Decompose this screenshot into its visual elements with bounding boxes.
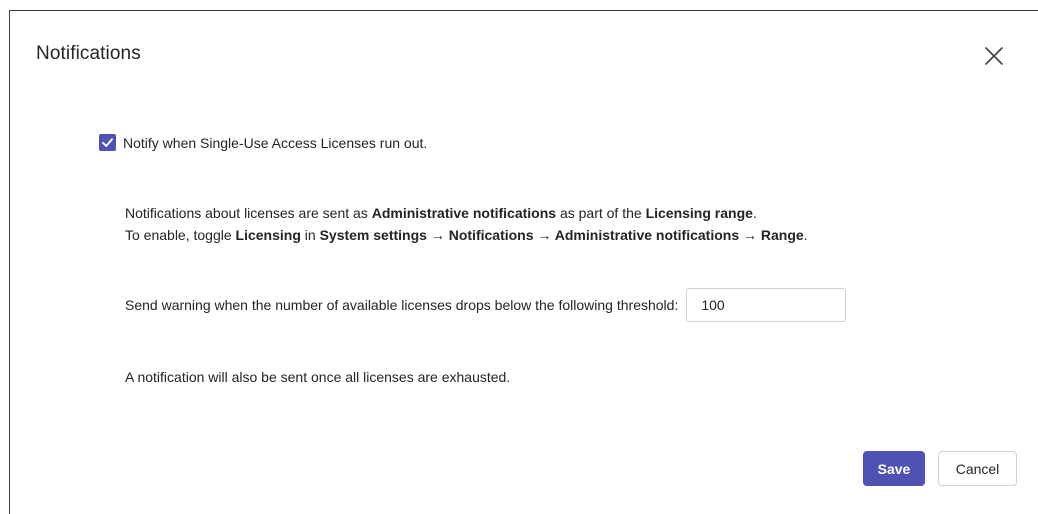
licensing-info-text: Notifications about licenses are sent as…	[125, 202, 808, 246]
info-line-1: Notifications about licenses are sent as…	[125, 202, 808, 224]
info-line-2: To enable, toggle Licensing in System se…	[125, 224, 808, 246]
info-text: Notifications about licenses are sent as	[125, 205, 372, 221]
close-icon	[985, 47, 1003, 65]
threshold-row: Send warning when the number of availabl…	[125, 288, 847, 322]
exhausted-note: A notification will also be sent once al…	[125, 369, 511, 385]
save-button[interactable]: Save	[863, 451, 925, 486]
dialog-title: Notifications	[36, 43, 141, 64]
notify-option-label: Notify when Single-Use Access Licenses r…	[123, 134, 428, 151]
notifications-dialog: Notifications Notify when Single-Use Acc…	[9, 10, 1038, 514]
info-bold-text: System settings → Notifications → Admini…	[319, 227, 804, 243]
notify-checkbox[interactable]	[99, 134, 116, 151]
notify-option-row: Notify when Single-Use Access Licenses r…	[99, 134, 427, 151]
info-bold-text: Licensing	[235, 227, 301, 243]
info-bold-text: Administrative notifications	[371, 205, 557, 221]
threshold-label: Send warning when the number of availabl…	[125, 297, 679, 313]
info-text: .	[752, 205, 757, 221]
cancel-button[interactable]: Cancel	[938, 451, 1017, 486]
threshold-input[interactable]	[686, 288, 847, 322]
info-text: To enable, toggle	[125, 227, 236, 243]
info-text: as part of the	[556, 205, 646, 221]
checkmark-icon	[102, 138, 113, 147]
info-bold-text: Licensing range	[645, 205, 753, 221]
close-button[interactable]	[982, 44, 1006, 68]
info-text: in	[300, 227, 320, 243]
info-text: .	[803, 227, 808, 243]
